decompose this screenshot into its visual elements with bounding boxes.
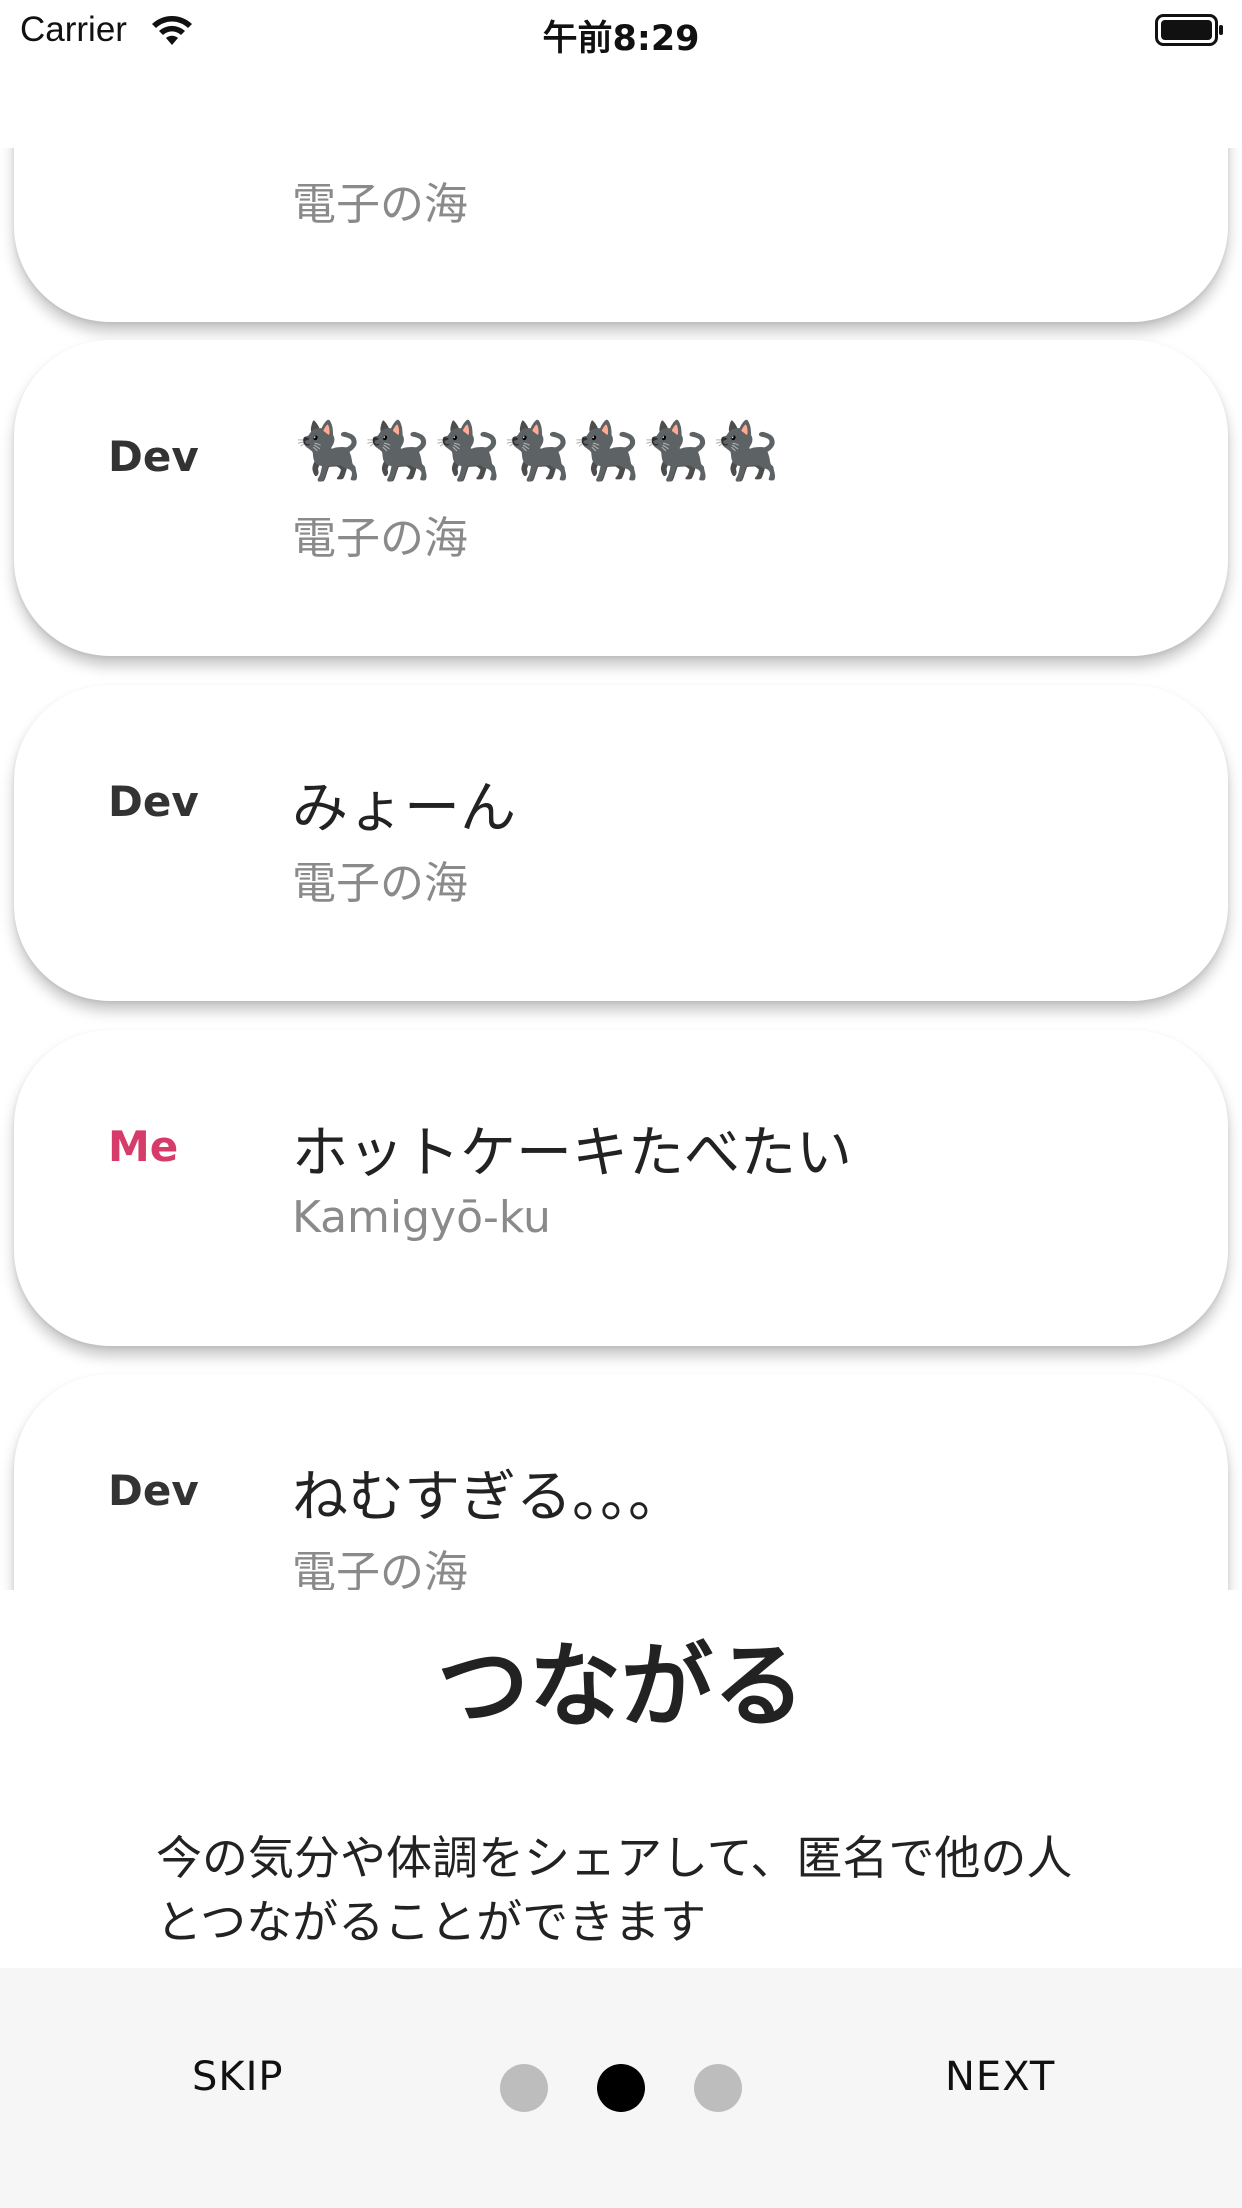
page-dot[interactable] — [500, 2064, 548, 2112]
post-author: Dev — [108, 1466, 199, 1515]
post-message: 🐈‍⬛🐈‍⬛🐈‍⬛🐈‍⬛🐈‍⬛🐈‍⬛🐈‍⬛ — [292, 419, 781, 484]
post-author: Dev — [108, 432, 199, 481]
post-location: 電子の海 — [292, 1547, 468, 1590]
onboarding-panel: つながる 今の気分や体調をシェアして、匿名で他の人とつながることができます — [0, 1590, 1242, 1968]
clock: 午前8:29 — [542, 19, 700, 59]
post-card-mine[interactable]: Me ホットケーキたべたい Kamigyō-ku — [14, 1030, 1228, 1346]
post-location: Kamigyō-ku — [292, 1192, 551, 1243]
onboarding-description: 今の気分や体調をシェアして、匿名で他の人とつながることができます — [156, 1831, 1073, 1949]
onboarding-nav-bar: SKIP NEXT — [0, 1968, 1242, 2208]
post-location: 電子の海 — [292, 179, 468, 230]
post-feed[interactable]: 電子の海 Dev 🐈‍⬛🐈‍⬛🐈‍⬛🐈‍⬛🐈‍⬛🐈‍⬛🐈‍⬛ 電子の海 Dev … — [0, 148, 1242, 1590]
post-author: Dev — [108, 777, 199, 826]
post-message: ねむすぎる。。。 — [292, 1465, 684, 1530]
skip-button[interactable]: SKIP — [192, 2054, 284, 2100]
onboarding-title: つながる — [436, 1633, 805, 1740]
page-dot[interactable] — [694, 2064, 742, 2112]
post-card[interactable]: Dev 🐈‍⬛🐈‍⬛🐈‍⬛🐈‍⬛🐈‍⬛🐈‍⬛🐈‍⬛ 電子の海 — [14, 340, 1228, 656]
post-card[interactable]: Dev ねむすぎる。。。 電子の海 — [14, 1374, 1228, 1590]
post-location: 電子の海 — [292, 513, 468, 564]
post-author: Me — [108, 1122, 179, 1171]
post-card[interactable]: 電子の海 — [14, 148, 1228, 322]
post-message: ホットケーキたべたい — [292, 1121, 852, 1186]
post-card[interactable]: Dev みょーん 電子の海 — [14, 685, 1228, 1001]
status-bar: Carrier 午前8:29 — [0, 0, 1242, 62]
battery-icon — [1155, 14, 1223, 46]
page-indicator — [500, 2064, 742, 2114]
post-message: みょーん — [292, 776, 516, 841]
page-dot-active[interactable] — [597, 2064, 645, 2112]
post-location: 電子の海 — [292, 858, 468, 909]
next-button[interactable]: NEXT — [945, 2054, 1055, 2100]
